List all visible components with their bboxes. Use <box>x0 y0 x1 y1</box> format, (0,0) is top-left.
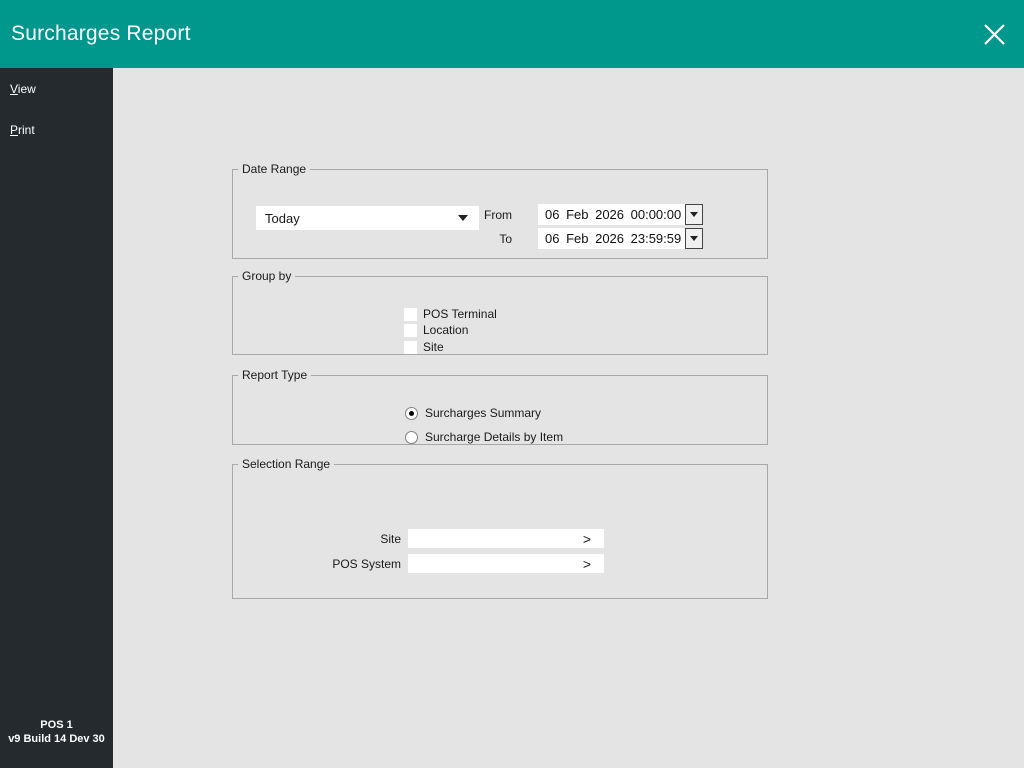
checkbox-row: Site <box>404 340 444 354</box>
site-checkbox-label: Site <box>423 340 444 354</box>
chevron-down-icon <box>690 236 698 241</box>
surcharge-details-radio[interactable] <box>405 430 418 444</box>
checkbox-row: Location <box>404 323 468 337</box>
sidebar: View Print POS 1 v9 Build 14 Dev 30 <box>0 68 113 768</box>
group-by-group: Group by POS Terminal Location Site <box>232 269 768 355</box>
version-info: POS 1 v9 Build 14 Dev 30 <box>0 718 113 746</box>
to-datetime-dropdown-button[interactable] <box>685 228 703 249</box>
from-datetime-dropdown-button[interactable] <box>685 204 703 225</box>
to-label: To <box>499 232 512 246</box>
site-checkbox[interactable] <box>404 340 417 354</box>
radio-row: Surcharge Details by Item <box>405 430 563 444</box>
close-icon <box>983 23 1005 45</box>
date-preset-select[interactable]: Today <box>256 206 479 230</box>
site-selector-field[interactable]: > <box>408 529 604 548</box>
report-type-legend: Report Type <box>242 368 308 382</box>
date-range-legend: Date Range <box>242 162 307 176</box>
group-by-legend: Group by <box>242 269 292 283</box>
location-checkbox[interactable] <box>404 323 417 337</box>
chevron-right-icon: > <box>582 555 591 572</box>
close-button[interactable] <box>972 12 1016 56</box>
checkbox-row: POS Terminal <box>404 307 497 321</box>
from-label: From <box>484 208 512 222</box>
title-bar: Surcharges Report <box>0 0 1024 68</box>
main-content: Date Range Today From 06 Feb 2026 00:00:… <box>113 68 1024 768</box>
pos-terminal-checkbox[interactable] <box>404 307 417 321</box>
surcharges-summary-radio[interactable] <box>405 406 418 420</box>
location-checkbox-label: Location <box>423 323 469 337</box>
to-datetime-field[interactable]: 06 Feb 2026 23:59:59 <box>538 228 686 249</box>
pos-name: POS 1 <box>40 719 73 731</box>
chevron-right-icon: > <box>582 530 591 547</box>
radio-row: Surcharges Summary <box>405 406 541 420</box>
report-type-group: Report Type Surcharges Summary Surcharge… <box>232 368 768 445</box>
surcharge-details-radio-label: Surcharge Details by Item <box>425 430 564 444</box>
selection-range-legend: Selection Range <box>242 457 331 471</box>
date-range-group: Date Range Today From 06 Feb 2026 00:00:… <box>232 162 768 259</box>
selection-range-group: Selection Range Site > POS System > <box>232 457 768 599</box>
pos-system-field-label: POS System <box>332 557 401 571</box>
chevron-down-icon <box>690 212 698 217</box>
pos-system-selector-field[interactable]: > <box>408 554 604 573</box>
sidebar-item-view[interactable]: View <box>10 82 36 96</box>
build-version: v9 Build 14 Dev 30 <box>8 733 105 745</box>
surcharges-summary-radio-label: Surcharges Summary <box>425 406 542 420</box>
date-preset-value: Today <box>265 210 300 226</box>
page-title: Surcharges Report <box>11 22 191 45</box>
from-datetime-field[interactable]: 06 Feb 2026 00:00:00 <box>538 204 686 225</box>
sidebar-item-print[interactable]: Print <box>10 123 35 137</box>
pos-terminal-checkbox-label: POS Terminal <box>423 307 497 321</box>
site-field-label: Site <box>380 532 401 546</box>
